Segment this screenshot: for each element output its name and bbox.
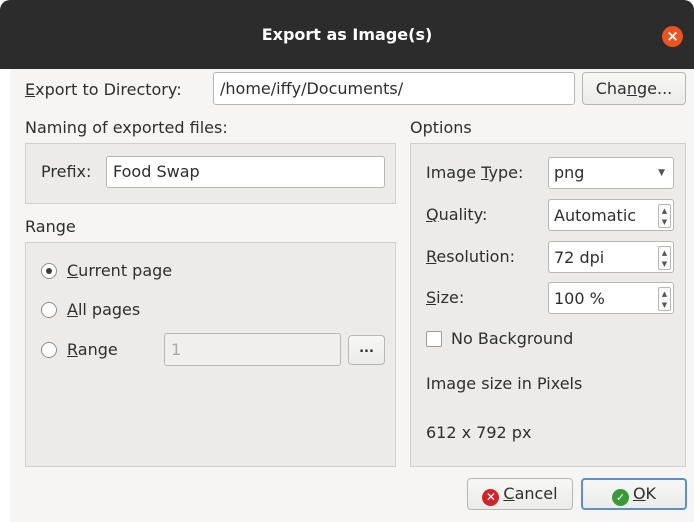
cancel-button[interactable]: ✕ Cancel <box>467 478 573 510</box>
resolution-stepper[interactable]: ▲ ▼ <box>658 246 671 270</box>
close-icon[interactable]: × <box>662 26 683 47</box>
naming-heading: Naming of exported files: <box>25 118 228 137</box>
prefix-input[interactable]: Food Swap <box>106 156 385 188</box>
no-background-label[interactable]: No Background <box>451 328 573 350</box>
dialog-body: Export to Directory: /home/iffy/Document… <box>10 69 694 522</box>
ok-button[interactable]: ✓ OK <box>581 478 687 510</box>
step-up-icon[interactable]: ▲ <box>659 289 670 299</box>
image-type-label: Image Type: <box>426 163 524 182</box>
resolution-spinbox[interactable]: 72 dpi ▲ ▼ <box>548 241 674 273</box>
quality-value: Automatic <box>554 206 637 225</box>
pixels-value: 612 x 792 px <box>426 423 532 442</box>
resolution-value: 72 dpi <box>554 248 605 267</box>
step-down-icon[interactable]: ▼ <box>659 300 670 310</box>
step-down-icon[interactable]: ▼ <box>659 217 670 227</box>
export-directory-label: Export to Directory: <box>25 80 182 99</box>
range-label[interactable]: Range <box>67 339 118 361</box>
step-down-icon[interactable]: ▼ <box>659 259 670 269</box>
quality-stepper[interactable]: ▲ ▼ <box>658 204 671 228</box>
options-heading: Options <box>410 118 472 137</box>
size-spinbox[interactable]: 100 % ▲ ▼ <box>548 282 674 314</box>
prefix-label: Prefix: <box>41 162 92 181</box>
ok-icon: ✓ <box>611 489 629 506</box>
size-stepper[interactable]: ▲ ▼ <box>658 287 671 311</box>
all-pages-radio[interactable] <box>41 302 57 318</box>
change-directory-button[interactable]: Change... <box>582 72 686 105</box>
no-background-checkbox[interactable] <box>426 331 442 347</box>
range-input[interactable]: 1 <box>164 333 341 366</box>
size-label: Size: <box>426 288 465 307</box>
step-up-icon[interactable]: ▲ <box>659 248 670 258</box>
current-page-radio[interactable] <box>41 263 57 279</box>
current-page-label[interactable]: Current page <box>67 260 172 282</box>
chevron-down-icon: ▼ <box>658 168 665 178</box>
cancel-icon: ✕ <box>482 489 500 506</box>
all-pages-label[interactable]: All pages <box>67 299 140 321</box>
range-heading: Range <box>25 217 76 236</box>
step-up-icon[interactable]: ▲ <box>659 206 670 216</box>
size-value: 100 % <box>554 289 605 308</box>
image-type-value: png <box>554 163 585 182</box>
export-directory-input[interactable]: /home/iffy/Documents/ <box>213 72 575 105</box>
quality-spinbox[interactable]: Automatic ▲ ▼ <box>548 199 674 231</box>
range-radio[interactable] <box>41 342 57 358</box>
resolution-label: Resolution: <box>426 247 515 266</box>
quality-label: Quality: <box>426 205 488 224</box>
window-title: Export as Image(s) <box>261 25 433 44</box>
radio-selected-dot <box>46 268 52 274</box>
range-browse-button[interactable]: ... <box>348 335 385 365</box>
pixels-heading: Image size in Pixels <box>426 374 583 393</box>
image-type-select[interactable]: png ▼ <box>548 157 674 189</box>
